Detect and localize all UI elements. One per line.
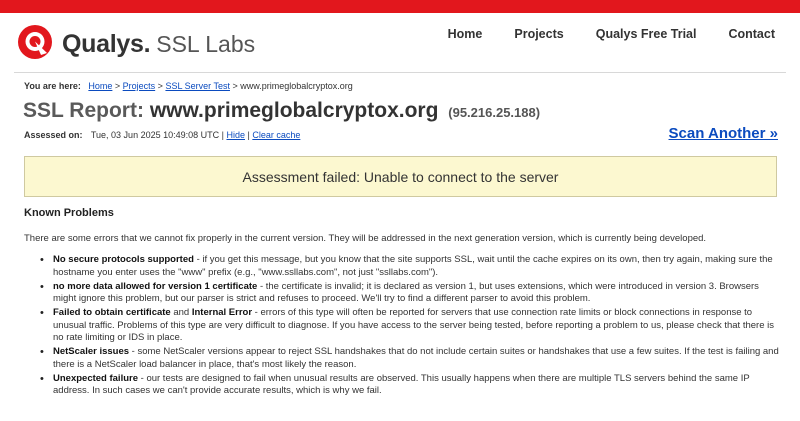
breadcrumb: You are here: Home > Projects > SSL Serv… — [24, 81, 353, 91]
header-divider — [14, 72, 786, 73]
problem-title-2: Internal Error — [191, 307, 253, 318]
report-host: www.primeglobalcryptox.org — [149, 99, 439, 122]
main-nav: Home Projects Qualys Free Trial Contact — [416, 27, 775, 41]
page-title: SSL Report: www.primeglobalcryptox.org (… — [23, 99, 540, 123]
problem-title: Unexpected failure — [53, 372, 138, 384]
nav-projects[interactable]: Projects — [514, 27, 563, 41]
problem-text: - our tests are designed to fail when un… — [53, 372, 750, 397]
report-prefix: SSL Report: — [23, 99, 144, 122]
nav-home[interactable]: Home — [448, 27, 483, 41]
scan-another-link[interactable]: Scan Another » — [669, 125, 778, 142]
assessed-label: Assessed on: — [24, 130, 83, 140]
breadcrumb-sep: > — [229, 81, 241, 91]
known-problems-title: Known Problems — [24, 207, 114, 219]
report-ip: (95.216.25.188) — [448, 105, 541, 120]
breadcrumb-sep: > — [155, 81, 166, 91]
breadcrumb-home[interactable]: Home — [88, 81, 112, 91]
hide-link[interactable]: Hide — [226, 130, 245, 140]
assessed-on: Assessed on: Tue, 03 Jun 2025 10:49:08 U… — [24, 130, 300, 140]
problem-text: - some NetScaler versions appear to reje… — [53, 346, 779, 370]
known-problems-intro: There are some errors that we cannot fix… — [24, 233, 707, 244]
problem-mid: and — [170, 307, 192, 318]
problem-title: NetScaler issues — [53, 346, 130, 357]
known-problems-list: No secure protocols supported - if you g… — [38, 254, 780, 399]
assessed-date: Tue, 03 Jun 2025 10:49:08 UTC — [90, 130, 220, 140]
nav-free-trial[interactable]: Qualys Free Trial — [596, 27, 697, 41]
problem-title: no more data allowed for version 1 certi… — [53, 280, 258, 292]
site-header: Qualys. SSL Labs Home Projects Qualys Fre… — [0, 13, 800, 71]
list-item: Failed to obtain certificate and Interna… — [38, 307, 780, 345]
list-item: no more data allowed for version 1 certi… — [38, 281, 780, 306]
breadcrumb-projects[interactable]: Projects — [123, 81, 156, 91]
breadcrumb-current: www.primeglobalcryptox.org — [240, 81, 353, 91]
breadcrumb-ssl-server-test[interactable]: SSL Server Test — [165, 81, 230, 91]
brand-name: Qualys. — [62, 30, 151, 58]
problem-title: No secure protocols supported — [53, 254, 194, 265]
clear-cache-link[interactable]: Clear cache — [252, 130, 300, 140]
list-item: Unexpected failure - our tests are desig… — [38, 373, 780, 398]
nav-contact[interactable]: Contact — [728, 27, 775, 41]
assessment-failed-banner: Assessment failed: Unable to connect to … — [24, 156, 777, 197]
list-item: NetScaler issues - some NetScaler versio… — [38, 346, 780, 371]
failure-message: Assessment failed: Unable to connect to … — [242, 168, 559, 185]
top-accent-bar — [0, 0, 800, 13]
brand-wordmark[interactable]: Qualys. SSL Labs — [62, 30, 255, 59]
list-item: No secure protocols supported - if you g… — [38, 254, 780, 279]
problem-title: Failed to obtain certificate — [53, 307, 171, 318]
qualys-shield-logo-icon[interactable] — [15, 23, 55, 63]
breadcrumb-sep: > — [112, 81, 123, 91]
brand-product: SSL Labs — [156, 31, 256, 57]
breadcrumb-label: You are here: — [24, 81, 81, 91]
